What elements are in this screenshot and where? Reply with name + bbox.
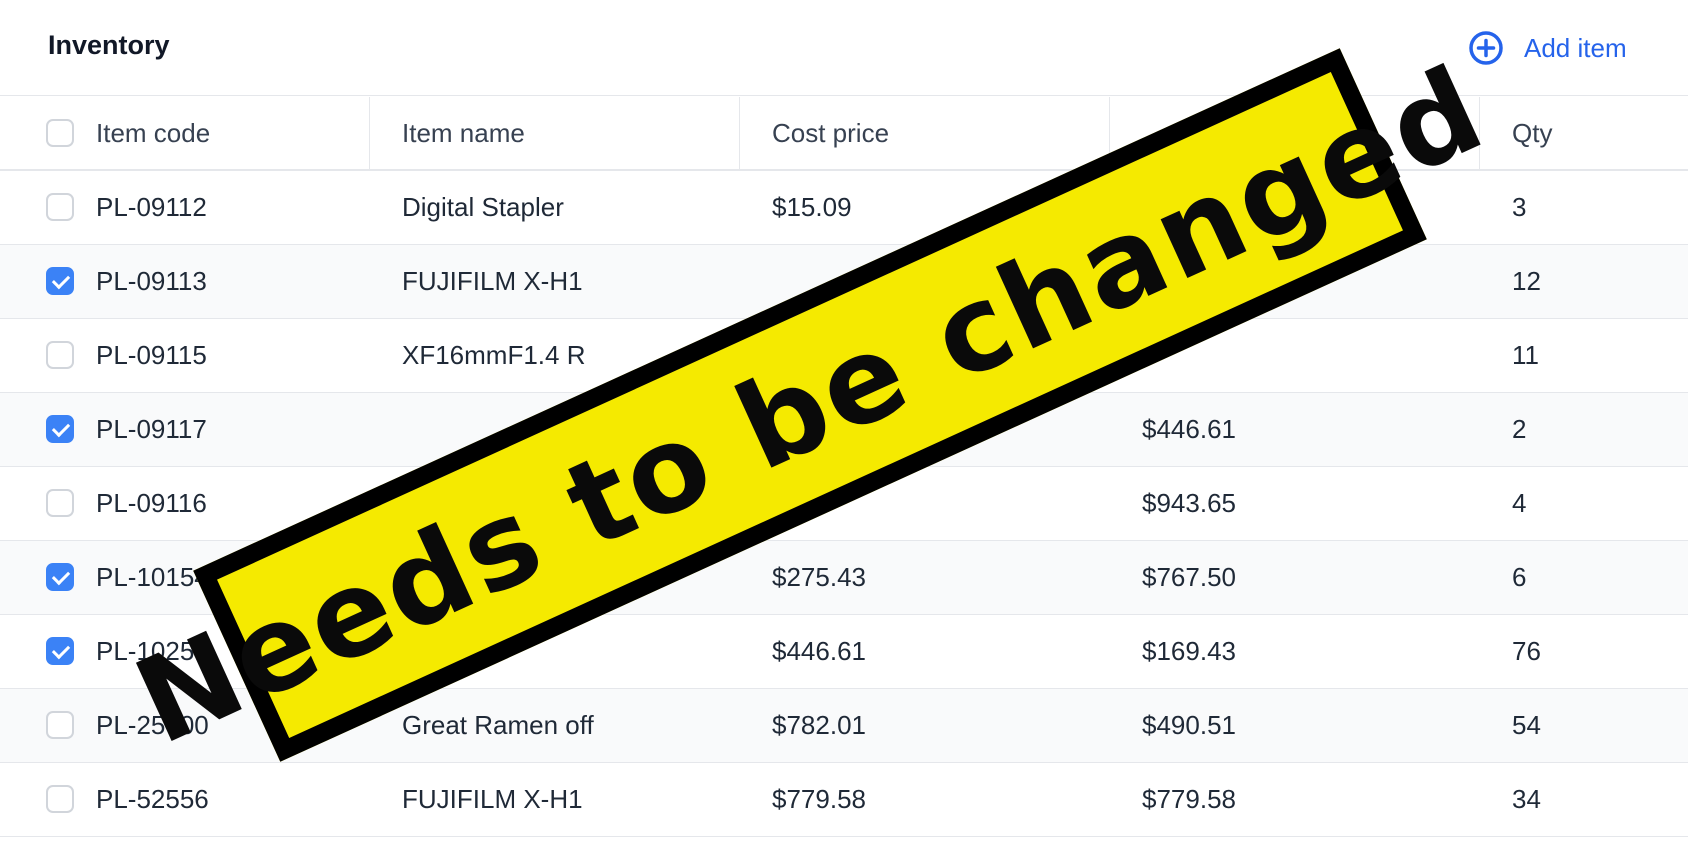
row-checkbox[interactable]: [46, 489, 74, 517]
row-checkbox[interactable]: [46, 637, 74, 665]
column-divider: [369, 97, 370, 169]
cost-price-cell: $446.61: [772, 636, 866, 666]
item-name-cell: Digital Stapler: [402, 192, 564, 222]
item-code-cell: PL-09117: [96, 414, 207, 444]
select-all-checkbox[interactable]: [46, 119, 74, 147]
add-item-button[interactable]: Add item: [1468, 28, 1627, 68]
item-code-cell: PL-09115: [96, 340, 207, 370]
qty-cell: 2: [1512, 414, 1527, 444]
item-name-cell: FUJIFILM X-H1: [402, 784, 583, 814]
qty-cell: 3: [1512, 192, 1527, 222]
qty-cell: 12: [1512, 266, 1541, 296]
selling-price-cell: $446.61: [1142, 414, 1236, 444]
table-row[interactable]: PL-52556 FUJIFILM X-H1 $779.58 $779.58 34: [0, 763, 1688, 837]
row-checkbox[interactable]: [46, 193, 74, 221]
selling-price-cell: $490.51: [1142, 710, 1236, 740]
plus-circle-icon: [1469, 31, 1503, 65]
item-code-cell: PL-10154: [96, 562, 209, 592]
item-name-cell: Great Ramen off: [402, 710, 594, 740]
add-item-label: Add item: [1524, 32, 1627, 63]
item-code-cell: PL-09112: [96, 192, 207, 222]
item-name-cell: FUJIFILM X-H1: [402, 266, 583, 296]
column-divider: [739, 97, 740, 169]
item-code-cell: PL-09113: [96, 266, 207, 296]
cost-price-cell: $782.01: [772, 710, 866, 740]
selling-price-cell: $767.50: [1142, 562, 1236, 592]
page-title: Inventory: [48, 30, 170, 60]
row-checkbox[interactable]: [46, 415, 74, 443]
column-header-item-name[interactable]: Item name: [402, 97, 525, 169]
row-checkbox[interactable]: [46, 711, 74, 739]
item-name-cell: XF16mmF1.4 R: [402, 340, 586, 370]
row-checkbox[interactable]: [46, 563, 74, 591]
qty-cell: 76: [1512, 636, 1541, 666]
selling-price-cell: $943.65: [1142, 488, 1236, 518]
cost-price-cell: $275.43: [772, 562, 866, 592]
selling-price-cell: $779.58: [1142, 784, 1236, 814]
column-header-qty[interactable]: Qty: [1512, 97, 1552, 169]
selling-price-cell: $169.43: [1142, 636, 1236, 666]
column-header-cost-price[interactable]: Cost price: [772, 97, 889, 169]
qty-cell: 11: [1512, 340, 1539, 370]
qty-cell: 4: [1512, 488, 1527, 518]
column-header-item-code[interactable]: Item code: [96, 97, 210, 169]
row-checkbox[interactable]: [46, 341, 74, 369]
row-checkbox[interactable]: [46, 785, 74, 813]
qty-cell: 54: [1512, 710, 1541, 740]
item-code-cell: PL-52556: [96, 784, 209, 814]
cost-price-cell: $779.58: [772, 784, 866, 814]
item-code-cell: PL-09116: [96, 488, 207, 518]
qty-cell: 6: [1512, 562, 1527, 592]
row-checkbox[interactable]: [46, 267, 74, 295]
qty-cell: 34: [1512, 784, 1541, 814]
cost-price-cell: $15.09: [772, 192, 852, 222]
